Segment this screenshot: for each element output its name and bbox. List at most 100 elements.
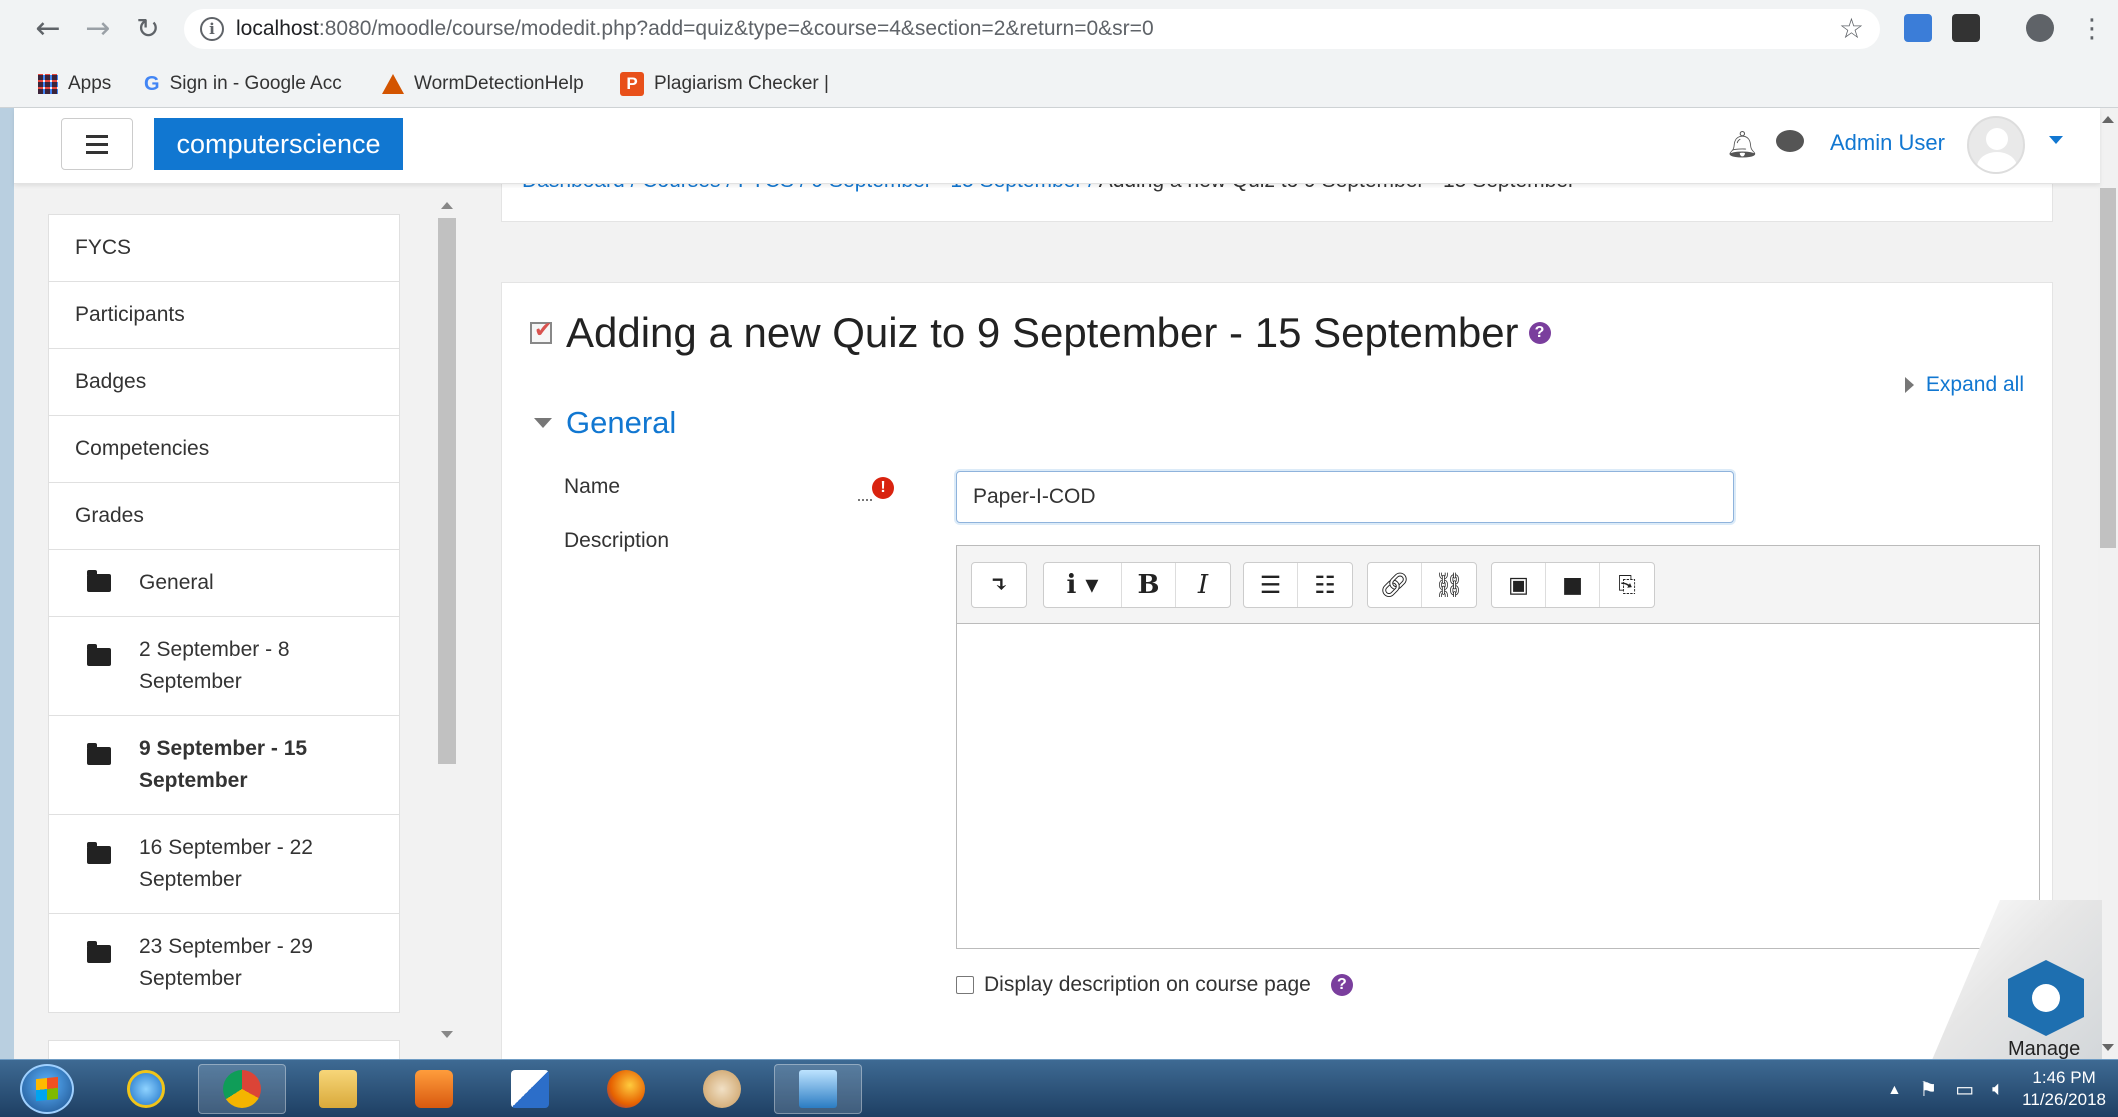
reload-icon[interactable]: ↻ (128, 10, 168, 48)
drawer-item-label: Participants (75, 303, 185, 326)
bookmark-label: Sign in - Google Acc (169, 73, 342, 94)
breadcrumb-fycs[interactable]: FYCS (738, 184, 794, 192)
bookmark-star-icon[interactable]: ☆ (1839, 12, 1864, 45)
drawer-item-grades[interactable]: Grades (48, 482, 400, 549)
insert-image-icon[interactable]: ▣ (1492, 563, 1546, 607)
tray-expand-icon[interactable]: ▲ (1887, 1081, 1901, 1097)
editor-body[interactable] (957, 624, 2039, 948)
start-button[interactable] (20, 1064, 74, 1114)
browser-chrome: ← → ↻ i localhost:8080/moodle/course/mod… (0, 0, 2118, 108)
scroll-up-icon[interactable] (441, 202, 453, 209)
drawer-item-competencies[interactable]: Competencies (48, 415, 400, 482)
name-input[interactable] (956, 471, 1734, 523)
notes-pencil-icon (511, 1070, 549, 1108)
taskbar-ie[interactable] (102, 1064, 190, 1114)
breadcrumb-section[interactable]: 9 September - 15 September (812, 184, 1083, 192)
display-description-label[interactable]: Display description on course page (984, 973, 1311, 997)
taskbar-window[interactable] (774, 1064, 862, 1114)
scroll-down-icon[interactable] (441, 1031, 453, 1038)
breadcrumb-dashboard[interactable]: Dashboard (522, 184, 625, 192)
page-scroll-thumb[interactable] (2100, 188, 2116, 548)
network-icon[interactable]: ▭ (1955, 1077, 1974, 1102)
apps-grid-icon (38, 74, 58, 94)
clock[interactable]: 1:46 PM 11/26/2018 (2022, 1067, 2106, 1111)
drawer-section-week4[interactable]: 23 September - 29 September (48, 913, 400, 1012)
drawer-item-label: 16 September - 22 September (139, 836, 313, 891)
paragraph-styles-icon[interactable]: i ▾ (1044, 563, 1122, 607)
bookmark-plagiarism[interactable]: P Plagiarism Checker | (620, 70, 829, 98)
bookmark-google-signin[interactable]: G Sign in - Google Acc (144, 70, 342, 98)
back-icon[interactable]: ← (28, 10, 68, 48)
extension-drive-icon[interactable] (1904, 14, 1932, 42)
address-bar[interactable]: i localhost:8080/moodle/course/modedit.p… (184, 9, 1880, 49)
drawer-section-week2-current[interactable]: 9 September - 15 September (48, 715, 400, 814)
extension-se-icon[interactable] (1952, 14, 1980, 42)
taskbar-explorer[interactable] (294, 1064, 382, 1114)
drawer-scroll-thumb[interactable] (438, 218, 456, 764)
unlink-icon[interactable]: ⛓︎ (1422, 563, 1476, 607)
drawer-section-general[interactable]: General (48, 549, 400, 616)
window-preview-icon (799, 1070, 837, 1108)
avatar[interactable] (1967, 116, 2025, 174)
taskbar-chrome[interactable] (198, 1064, 286, 1114)
scroll-down-icon[interactable] (2102, 1044, 2114, 1051)
taskbar-sticky[interactable] (486, 1064, 574, 1114)
user-name[interactable]: Admin User (1830, 130, 1945, 156)
bold-icon[interactable]: B (1122, 563, 1176, 607)
bookmark-wormdetection[interactable]: WormDetectionHelp (382, 70, 584, 98)
required-icon: ! (872, 477, 894, 499)
forward-icon[interactable]: → (78, 10, 118, 48)
expand-all-link[interactable]: Expand all (1904, 373, 2024, 397)
section-general-toggle[interactable]: General (534, 405, 676, 441)
hamburger-line (86, 150, 108, 154)
drawer-toggle-button[interactable] (61, 118, 133, 170)
windows-taskbar: ▲ ⚑ ▭ 🔈︎ 1:46 PM 11/26/2018 (0, 1059, 2118, 1117)
link-icon[interactable]: 🔗︎ (1368, 563, 1422, 607)
breadcrumb-courses[interactable]: Courses (642, 184, 720, 192)
nav-drawer: FYCS Participants Badges Competencies Gr… (48, 214, 400, 1013)
volume-icon[interactable]: 🔈︎ (1992, 1078, 2004, 1101)
insert-media-icon[interactable]: ■ (1546, 563, 1600, 607)
bookmark-label: Apps (68, 73, 112, 94)
action-center-flag-icon[interactable]: ⚑ (1919, 1077, 1937, 1102)
unordered-list-icon[interactable]: ☰ (1244, 563, 1298, 607)
taskbar-firefox[interactable] (582, 1064, 670, 1114)
profile-icon[interactable] (2026, 14, 2054, 42)
drawer-item-badges[interactable]: Badges (48, 348, 400, 415)
notification-bell-icon[interactable]: 🔔︎ (1726, 130, 1759, 160)
drawer-divider (48, 1012, 400, 1013)
ordered-list-icon[interactable]: ☷ (1298, 563, 1352, 607)
menu-kebab-icon[interactable]: ⋮ (2072, 10, 2112, 48)
display-description-checkbox[interactable] (956, 976, 974, 994)
chrome-icon (223, 1070, 261, 1108)
expand-all-label: Expand all (1925, 373, 2024, 396)
help-icon[interactable]: ? (1330, 974, 1353, 996)
taskbar-paint[interactable] (678, 1064, 766, 1114)
drawer-section-week3[interactable]: 16 September - 22 September (48, 814, 400, 913)
taskbar-media[interactable] (390, 1064, 478, 1114)
matlab-icon (382, 74, 404, 94)
internet-explorer-icon (127, 1070, 165, 1108)
address-row: ← → ↻ i localhost:8080/moodle/course/mod… (0, 0, 2118, 58)
scroll-up-icon[interactable] (2102, 116, 2114, 123)
site-brand[interactable]: computerscience (154, 118, 403, 170)
required-dots (858, 499, 872, 501)
help-icon[interactable]: ? (1528, 322, 1551, 344)
messages-chat-icon[interactable] (1776, 130, 1804, 152)
italic-icon[interactable]: I (1176, 563, 1230, 607)
drawer-next-block (48, 1040, 400, 1059)
drawer-scrollbar[interactable] (436, 198, 458, 1038)
site-info-icon[interactable]: i (200, 17, 224, 41)
drawer-item-participants[interactable]: Participants (48, 281, 400, 348)
user-menu-caret-icon[interactable] (2049, 136, 2063, 144)
manage-label[interactable]: Manage (2008, 1038, 2080, 1061)
main-region: Adding a new Quiz to 9 September - 15 Se… (501, 282, 2053, 1059)
show-more-buttons-icon[interactable]: ↴ (972, 563, 1026, 607)
bookmark-apps[interactable]: Apps (38, 70, 111, 98)
drawer-item-fycs[interactable]: FYCS (48, 214, 400, 281)
address-url[interactable]: localhost:8080/moodle/course/modedit.php… (236, 17, 1154, 41)
manage-files-icon[interactable]: ⎘ (1600, 563, 1654, 607)
clock-date: 11/26/2018 (2022, 1090, 2106, 1109)
drawer-section-week1[interactable]: 2 September - 8 September (48, 616, 400, 715)
editor-toolbar: ↴ i ▾ B I ☰ ☷ 🔗︎ ⛓︎ ▣ ■ ⎘ (957, 546, 2039, 624)
